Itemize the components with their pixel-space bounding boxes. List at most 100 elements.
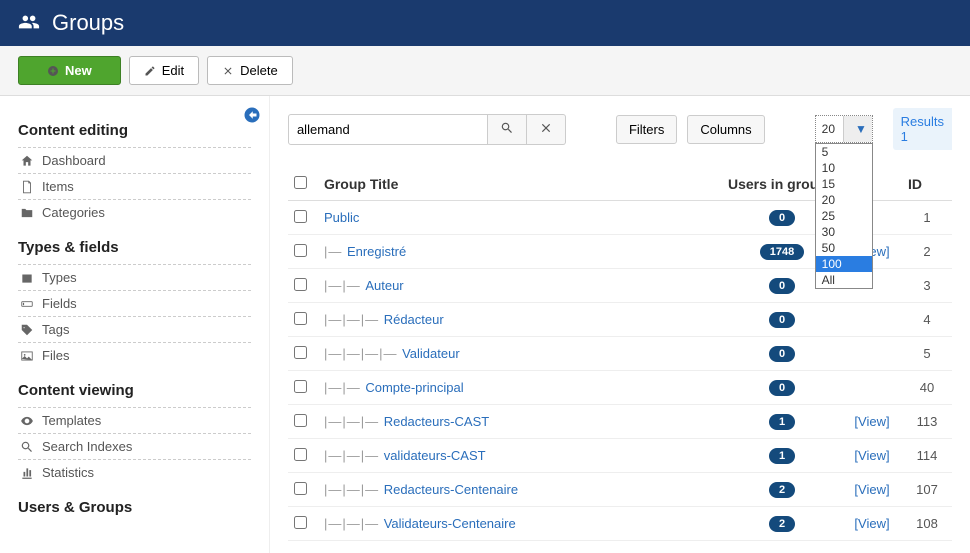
group-link[interactable]: Compte-principal xyxy=(365,380,463,395)
group-link[interactable]: Rédacteur xyxy=(384,312,444,327)
row-id: 108 xyxy=(902,507,952,541)
view-link[interactable]: [View] xyxy=(854,448,889,463)
group-link[interactable]: Validateur xyxy=(402,346,460,361)
collapse-sidebar-button[interactable] xyxy=(243,106,261,129)
user-count-badge: 0 xyxy=(769,312,795,328)
sidebar-section-title: Users & Groups xyxy=(18,499,251,520)
sidebar-item[interactable]: Items xyxy=(18,173,251,199)
pagesize-select[interactable]: 20 ▼ xyxy=(815,115,873,143)
row-checkbox[interactable] xyxy=(294,482,307,495)
folder-icon xyxy=(20,206,34,220)
select-all-checkbox[interactable] xyxy=(294,176,307,189)
row-id: 3 xyxy=(902,269,952,303)
view-link[interactable]: [View] xyxy=(854,482,889,497)
sidebar-item[interactable]: Types xyxy=(18,264,251,290)
pagesize-option[interactable]: 25 xyxy=(816,208,872,224)
pagesize-option[interactable]: 10 xyxy=(816,160,872,176)
sidebar-item-label: Dashboard xyxy=(42,153,106,168)
pagesize-option[interactable]: All xyxy=(816,272,872,288)
row-checkbox[interactable] xyxy=(294,210,307,223)
pagesize-option[interactable]: 20 xyxy=(816,192,872,208)
sidebar-section-title: Content editing xyxy=(18,122,251,143)
sidebar-item[interactable]: Statistics xyxy=(18,459,251,485)
sidebar-item[interactable]: Search Indexes xyxy=(18,433,251,459)
row-checkbox[interactable] xyxy=(294,380,307,393)
sidebar-item[interactable]: Categories xyxy=(18,199,251,225)
group-link[interactable]: Redacteurs-Centenaire xyxy=(384,482,518,497)
row-checkbox[interactable] xyxy=(294,448,307,461)
results-summary: Results 1 xyxy=(893,108,952,150)
pagesize-option[interactable]: 30 xyxy=(816,224,872,240)
pagesize-option[interactable]: 5 xyxy=(816,144,872,160)
sidebar-item-label: Statistics xyxy=(42,465,94,480)
sidebar-item-label: Tags xyxy=(42,322,69,337)
columns-button[interactable]: Columns xyxy=(687,115,764,144)
user-count-badge: 2 xyxy=(769,516,795,532)
group-link[interactable]: Public xyxy=(324,210,359,225)
row-id: 4 xyxy=(902,303,952,337)
sidebar-section-title: Types & fields xyxy=(18,239,251,260)
user-count-badge: 1 xyxy=(769,448,795,464)
search-box xyxy=(288,114,566,145)
user-count-badge: 1748 xyxy=(760,244,804,260)
tag-icon xyxy=(20,323,34,337)
pagesize-option[interactable]: 100 xyxy=(816,256,872,272)
view-link[interactable]: [View] xyxy=(854,414,889,429)
sidebar-item[interactable]: Tags xyxy=(18,316,251,342)
row-checkbox[interactable] xyxy=(294,414,307,427)
col-title[interactable]: Group Title xyxy=(318,168,722,201)
sidebar-item[interactable]: Files xyxy=(18,342,251,368)
pagesize-dropdown: 5101520253050100All xyxy=(815,143,873,289)
group-link[interactable]: Enregistré xyxy=(347,244,406,259)
row-checkbox[interactable] xyxy=(294,312,307,325)
row-checkbox[interactable] xyxy=(294,516,307,529)
row-id: 107 xyxy=(902,473,952,507)
search-button[interactable] xyxy=(488,114,527,145)
row-checkbox[interactable] xyxy=(294,346,307,359)
table-row: |—|—|— Redacteurs-Centenaire2[View]107 xyxy=(288,473,952,507)
group-link[interactable]: Auteur xyxy=(365,278,403,293)
briefcase-icon xyxy=(20,271,34,285)
table-row: |—|—|— Rédacteur04 xyxy=(288,303,952,337)
edit-button[interactable]: Edit xyxy=(129,56,199,85)
table-row: |—|—|—|— Validateur05 xyxy=(288,337,952,371)
sidebar-item-label: Types xyxy=(42,270,77,285)
user-count-badge: 0 xyxy=(769,380,795,396)
sidebar-item-label: Items xyxy=(42,179,74,194)
pencil-icon xyxy=(144,65,156,77)
chart-icon xyxy=(20,466,34,480)
sidebar-item-label: Fields xyxy=(42,296,77,311)
sidebar-item-label: Templates xyxy=(42,413,101,428)
row-id: 40 xyxy=(902,371,952,405)
search-input[interactable] xyxy=(288,114,488,145)
page-title: Groups xyxy=(52,10,124,36)
search-icon xyxy=(20,440,34,454)
group-link[interactable]: Redacteurs-CAST xyxy=(384,414,489,429)
table-row: |—|—|— Redacteurs-CAST1[View]113 xyxy=(288,405,952,439)
sidebar-section-title: Content viewing xyxy=(18,382,251,403)
x-icon xyxy=(539,121,553,135)
delete-button[interactable]: Delete xyxy=(207,56,293,85)
user-count-badge: 2 xyxy=(769,482,795,498)
groups-icon xyxy=(18,11,40,36)
pagesize-option[interactable]: 15 xyxy=(816,176,872,192)
view-link[interactable]: [View] xyxy=(854,516,889,531)
row-checkbox[interactable] xyxy=(294,244,307,257)
new-button[interactable]: New xyxy=(18,56,121,85)
filters-button[interactable]: Filters xyxy=(616,115,677,144)
pagesize-option[interactable]: 50 xyxy=(816,240,872,256)
sidebar-item[interactable]: Templates xyxy=(18,407,251,433)
x-icon xyxy=(222,65,234,77)
toolbar: New Edit Delete xyxy=(0,46,970,96)
row-checkbox[interactable] xyxy=(294,278,307,291)
table-row: |—|—|— validateurs-CAST1[View]114 xyxy=(288,439,952,473)
sidebar-item[interactable]: Dashboard xyxy=(18,147,251,173)
clear-search-button[interactable] xyxy=(527,114,566,145)
col-id[interactable]: ID xyxy=(902,168,952,201)
group-link[interactable]: validateurs-CAST xyxy=(384,448,486,463)
arrow-left-circle-icon xyxy=(243,106,261,124)
sidebar: Content editing Dashboard Items Categories T… xyxy=(0,96,270,553)
sidebar-item[interactable]: Fields xyxy=(18,290,251,316)
group-link[interactable]: Validateurs-Centenaire xyxy=(384,516,516,531)
row-id: 113 xyxy=(902,405,952,439)
